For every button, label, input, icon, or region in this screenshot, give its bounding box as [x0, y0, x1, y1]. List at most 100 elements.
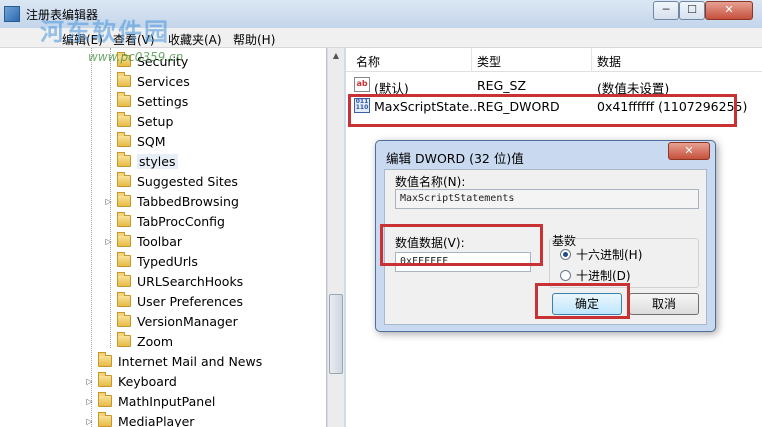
maximize-button[interactable]: ☐ — [679, 1, 705, 20]
expand-arrow-icon[interactable]: ▷ — [85, 377, 94, 386]
tree-node-label: TypedUrls — [137, 253, 198, 269]
hex-radio-label[interactable]: 十六进制(H) — [576, 246, 642, 263]
value-name: MaxScriptState... — [374, 99, 482, 114]
folder-icon — [117, 212, 131, 227]
tree-node-label: Setup — [137, 113, 174, 129]
value-name-field[interactable]: MaxScriptStatements — [395, 189, 699, 209]
value-type: REG_SZ — [477, 78, 527, 93]
expand-arrow-icon[interactable]: ▷ — [85, 417, 94, 426]
value-data-field[interactable]: 0xFFFFFF — [395, 252, 531, 272]
watermark-logo: 河东软件园 — [40, 18, 170, 46]
dword-value-icon: 011 110 — [354, 98, 370, 113]
value-type: REG_DWORD — [477, 99, 560, 114]
tree-node[interactable]: Suggested Sites — [104, 171, 238, 191]
tree-node-label: Suggested Sites — [137, 173, 238, 189]
tree-node-label: Zoom — [137, 333, 174, 349]
regedit-app-icon — [4, 6, 20, 22]
folder-icon — [117, 272, 131, 287]
folder-icon — [117, 172, 131, 187]
folder-icon — [98, 372, 112, 387]
folder-icon — [117, 152, 131, 167]
tree-node[interactable]: ▷ MathInputPanel — [85, 391, 215, 411]
folder-icon — [117, 252, 131, 267]
folder-icon — [117, 92, 131, 107]
tree-scrollbar[interactable]: ▲ — [327, 48, 344, 427]
tree-node[interactable]: TabProcConfig — [104, 211, 225, 231]
minimize-button[interactable]: ─ — [653, 1, 679, 20]
dialog-close-button[interactable]: ✕ — [668, 142, 710, 160]
tree-node-label: TabProcConfig — [137, 213, 225, 229]
folder-icon — [98, 412, 112, 427]
folder-icon — [117, 312, 131, 327]
tree-node[interactable]: Services — [104, 71, 190, 91]
folder-icon — [117, 112, 131, 127]
tree-node[interactable]: Internet Mail and News — [85, 351, 262, 371]
list-header: 名称 类型 数据 — [346, 48, 762, 72]
watermark-url: www.pc0359.cn — [88, 50, 184, 64]
menu-help[interactable]: 帮助(H) — [233, 31, 275, 48]
tree-node[interactable]: Settings — [104, 91, 188, 111]
tree-node[interactable]: ▷ MediaPlayer — [85, 411, 194, 427]
folder-icon — [117, 72, 131, 87]
expand-arrow-icon[interactable]: ▷ — [85, 397, 94, 406]
expand-arrow-icon[interactable]: ▷ — [104, 237, 113, 246]
tree-node[interactable]: SQM — [104, 131, 166, 151]
list-row[interactable]: ab (默认) REG_SZ (数值未设置) — [346, 74, 762, 96]
folder-icon — [117, 132, 131, 147]
tree-node-label: Keyboard — [118, 373, 177, 389]
folder-icon — [117, 232, 131, 247]
tree-node[interactable]: VersionManager — [104, 311, 238, 331]
folder-icon — [98, 392, 112, 407]
tree-scroll-thumb[interactable] — [329, 294, 343, 374]
tree-node[interactable]: ▷ Keyboard — [85, 371, 177, 391]
value-name-label: 数值名称(N): — [395, 175, 466, 189]
folder-icon — [98, 352, 112, 367]
cancel-button[interactable]: 取消 — [629, 293, 699, 315]
dialog-body: 数值名称(N): MaxScriptStatements 数值数据(V): 0x… — [384, 169, 707, 325]
tree-node[interactable]: URLSearchHooks — [104, 271, 243, 291]
hex-radio[interactable] — [560, 249, 571, 260]
tree-node-label: TabbedBrowsing — [137, 193, 239, 209]
list-row[interactable]: 011 110 MaxScriptState... REG_DWORD 0x41f… — [346, 95, 762, 117]
tree-node[interactable]: Setup — [104, 111, 173, 131]
dialog-title: 编辑 DWORD (32 位)值 — [386, 151, 524, 166]
decimal-radio[interactable] — [560, 270, 571, 281]
value-data: 0x41ffffff (1107296255) — [597, 99, 748, 114]
column-divider[interactable] — [591, 48, 592, 72]
tree-node-label: Toolbar — [137, 233, 183, 249]
tree-node[interactable]: User Preferences — [104, 291, 243, 311]
tree-node-label: MathInputPanel — [118, 393, 216, 409]
folder-icon — [117, 192, 131, 207]
column-type-header[interactable]: 类型 — [477, 53, 501, 70]
tree-node-label: User Preferences — [137, 293, 243, 309]
tree-node-label: URLSearchHooks — [137, 273, 244, 289]
ok-button[interactable]: 确定 — [552, 293, 622, 315]
column-data-header[interactable]: 数据 — [597, 53, 621, 70]
string-value-icon: ab — [354, 77, 370, 92]
registry-tree: Security Services Settings Setup SQM styles Su… — [0, 48, 327, 427]
tree-node[interactable]: TypedUrls — [104, 251, 198, 271]
tree-node-label: MediaPlayer — [118, 413, 195, 427]
folder-icon — [117, 332, 131, 347]
tree-node-label: Internet Mail and News — [118, 353, 263, 369]
tree-node-label: SQM — [137, 133, 166, 149]
tree-node[interactable]: Zoom — [104, 331, 173, 351]
scroll-up-arrow-icon[interactable]: ▲ — [328, 48, 344, 64]
tree-node-label: styles — [137, 153, 178, 169]
tree-node[interactable]: ▷ TabbedBrowsing — [104, 191, 239, 211]
edit-dword-dialog: 编辑 DWORD (32 位)值 ✕ 数值名称(N): MaxScriptSta… — [375, 140, 716, 332]
base-radio-group: 十六进制(H) 十进制(D) — [549, 238, 699, 288]
tree-node[interactable]: ▷ Toolbar — [104, 231, 182, 251]
decimal-radio-label[interactable]: 十进制(D) — [576, 267, 631, 284]
tree-node-label: Services — [137, 73, 190, 89]
menu-favorites[interactable]: 收藏夹(A) — [168, 31, 222, 48]
close-button[interactable]: ✕ — [705, 1, 753, 20]
folder-icon — [117, 292, 131, 307]
value-data-label: 数值数据(V): — [395, 236, 465, 250]
column-name-header[interactable]: 名称 — [356, 53, 380, 70]
tree-node-label: Settings — [137, 93, 189, 109]
column-divider[interactable] — [471, 48, 472, 72]
tree-node-label: VersionManager — [137, 313, 238, 329]
expand-arrow-icon[interactable]: ▷ — [104, 197, 113, 206]
tree-node[interactable]: styles — [104, 151, 178, 171]
